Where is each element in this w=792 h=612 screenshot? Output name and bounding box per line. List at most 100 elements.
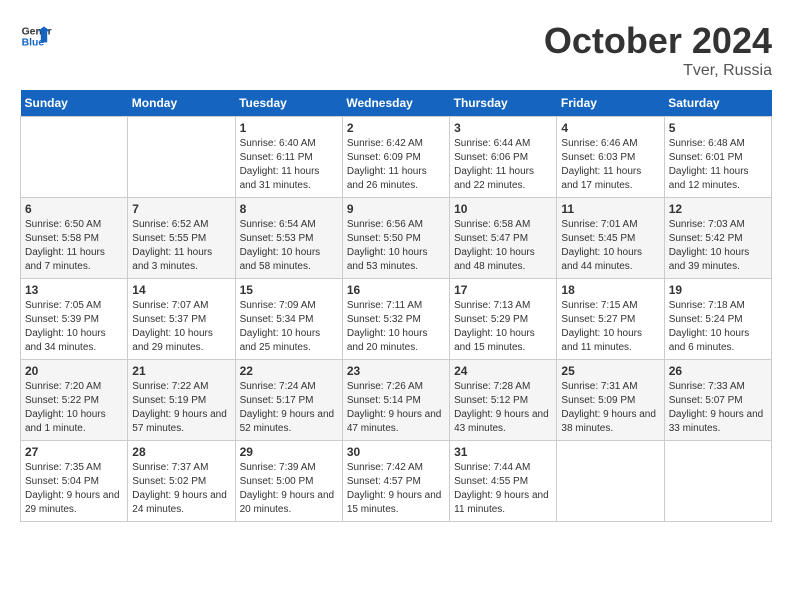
month-title: October 2024 — [544, 20, 772, 62]
day-number: 10 — [454, 202, 552, 216]
calendar-cell: 29 Sunrise: 7:39 AM Sunset: 5:00 PM Dayli… — [235, 441, 342, 522]
day-number: 8 — [240, 202, 338, 216]
calendar-cell: 28Sunrise: 7:37 AM Sunset: 5:02 PM Dayli… — [128, 441, 235, 522]
calendar-cell: 9Sunrise: 6:56 AM Sunset: 5:50 PM Daylig… — [342, 198, 449, 279]
day-info: Sunrise: 7:22 AM Sunset: 5:19 PM Dayligh… — [132, 380, 230, 436]
day-number: 7 — [132, 202, 230, 216]
day-number: 16 — [347, 283, 445, 297]
calendar-cell: 30 Sunrise: 7:42 AM Sunset: 4:57 PM Dayli… — [342, 441, 449, 522]
calendar-week-row: 27 Sunrise: 7:35 AM Sunset: 5:04 PM Dayli… — [21, 441, 772, 522]
calendar-cell: 22 Sunrise: 7:24 AM Sunset: 5:17 PM Dayli… — [235, 360, 342, 441]
calendar-cell: 19 Sunrise: 7:18 AM Sunset: 5:24 PM Dayli… — [664, 279, 771, 360]
day-number: 30 — [347, 445, 445, 459]
day-info: Sunrise: 6:46 AM Sunset: 6:03 PM Dayligh… — [561, 137, 659, 193]
day-number: 19 — [669, 283, 767, 297]
calendar-cell: 13Sunrise: 7:05 AM Sunset: 5:39 PM Dayli… — [21, 279, 128, 360]
day-info: Sunrise: 7:01 AM Sunset: 5:45 PM Dayligh… — [561, 218, 659, 274]
day-number: 24 — [454, 364, 552, 378]
calendar-cell: 24Sunrise: 7:28 AM Sunset: 5:12 PM Dayli… — [450, 360, 557, 441]
calendar-cell: 26 Sunrise: 7:33 AM Sunset: 5:07 PM Dayli… — [664, 360, 771, 441]
title-block: October 2024 Tver, Russia — [544, 20, 772, 80]
calendar-cell: 20Sunrise: 7:20 AM Sunset: 5:22 PM Dayli… — [21, 360, 128, 441]
day-info: Sunrise: 7:07 AM Sunset: 5:37 PM Dayligh… — [132, 299, 230, 355]
weekday-header: Wednesday — [342, 90, 449, 117]
weekday-header-row: SundayMondayTuesdayWednesdayThursdayFrid… — [21, 90, 772, 117]
calendar-cell: 2 Sunrise: 6:42 AM Sunset: 6:09 PM Daylig… — [342, 117, 449, 198]
calendar-cell: 21 Sunrise: 7:22 AM Sunset: 5:19 PM Dayli… — [128, 360, 235, 441]
calendar-cell: 25 Sunrise: 7:31 AM Sunset: 5:09 PM Dayli… — [557, 360, 664, 441]
day-number: 14 — [132, 283, 230, 297]
day-info: Sunrise: 6:58 AM Sunset: 5:47 PM Dayligh… — [454, 218, 552, 274]
weekday-header: Saturday — [664, 90, 771, 117]
day-info: Sunrise: 7:03 AM Sunset: 5:42 PM Dayligh… — [669, 218, 767, 274]
location: Tver, Russia — [544, 62, 772, 80]
calendar-cell: 5Sunrise: 6:48 AM Sunset: 6:01 PM Daylig… — [664, 117, 771, 198]
calendar-cell: 14 Sunrise: 7:07 AM Sunset: 5:37 PM Dayli… — [128, 279, 235, 360]
day-info: Sunrise: 7:20 AM Sunset: 5:22 PM Dayligh… — [25, 380, 123, 436]
day-info: Sunrise: 6:40 AM Sunset: 6:11 PM Dayligh… — [240, 137, 338, 193]
day-info: Sunrise: 6:44 AM Sunset: 6:06 PM Dayligh… — [454, 137, 552, 193]
page-header: General Blue October 2024 Tver, Russia — [20, 20, 772, 80]
day-info: Sunrise: 7:35 AM Sunset: 5:04 PM Dayligh… — [25, 461, 123, 517]
day-info: Sunrise: 7:31 AM Sunset: 5:09 PM Dayligh… — [561, 380, 659, 436]
calendar-cell: 11Sunrise: 7:01 AM Sunset: 5:45 PM Dayli… — [557, 198, 664, 279]
day-number: 4 — [561, 121, 659, 135]
calendar-cell — [21, 117, 128, 198]
day-number: 1 — [240, 121, 338, 135]
calendar-cell: 16 Sunrise: 7:11 AM Sunset: 5:32 PM Dayli… — [342, 279, 449, 360]
day-info: Sunrise: 7:44 AM Sunset: 4:55 PM Dayligh… — [454, 461, 552, 517]
weekday-header: Sunday — [21, 90, 128, 117]
calendar-cell: 8 Sunrise: 6:54 AM Sunset: 5:53 PM Daylig… — [235, 198, 342, 279]
calendar-table: SundayMondayTuesdayWednesdayThursdayFrid… — [20, 90, 772, 522]
day-number: 3 — [454, 121, 552, 135]
logo: General Blue — [20, 20, 52, 52]
day-info: Sunrise: 6:42 AM Sunset: 6:09 PM Dayligh… — [347, 137, 445, 193]
day-info: Sunrise: 6:54 AM Sunset: 5:53 PM Dayligh… — [240, 218, 338, 274]
day-number: 13 — [25, 283, 123, 297]
calendar-week-row: 13Sunrise: 7:05 AM Sunset: 5:39 PM Dayli… — [21, 279, 772, 360]
weekday-header: Monday — [128, 90, 235, 117]
calendar-cell: 10 Sunrise: 6:58 AM Sunset: 5:47 PM Dayli… — [450, 198, 557, 279]
day-number: 21 — [132, 364, 230, 378]
day-number: 27 — [25, 445, 123, 459]
calendar-cell: 1 Sunrise: 6:40 AM Sunset: 6:11 PM Daylig… — [235, 117, 342, 198]
calendar-cell: 4 Sunrise: 6:46 AM Sunset: 6:03 PM Daylig… — [557, 117, 664, 198]
calendar-week-row: 1 Sunrise: 6:40 AM Sunset: 6:11 PM Daylig… — [21, 117, 772, 198]
calendar-cell — [664, 441, 771, 522]
day-info: Sunrise: 6:50 AM Sunset: 5:58 PM Dayligh… — [25, 218, 123, 274]
day-number: 5 — [669, 121, 767, 135]
calendar-cell: 6Sunrise: 6:50 AM Sunset: 5:58 PM Daylig… — [21, 198, 128, 279]
day-number: 25 — [561, 364, 659, 378]
calendar-cell: 15Sunrise: 7:09 AM Sunset: 5:34 PM Dayli… — [235, 279, 342, 360]
day-number: 2 — [347, 121, 445, 135]
day-number: 29 — [240, 445, 338, 459]
calendar-week-row: 20Sunrise: 7:20 AM Sunset: 5:22 PM Dayli… — [21, 360, 772, 441]
calendar-cell — [557, 441, 664, 522]
calendar-cell: 12 Sunrise: 7:03 AM Sunset: 5:42 PM Dayli… — [664, 198, 771, 279]
weekday-header: Tuesday — [235, 90, 342, 117]
day-info: Sunrise: 6:52 AM Sunset: 5:55 PM Dayligh… — [132, 218, 230, 274]
day-info: Sunrise: 7:39 AM Sunset: 5:00 PM Dayligh… — [240, 461, 338, 517]
day-number: 9 — [347, 202, 445, 216]
day-number: 17 — [454, 283, 552, 297]
day-number: 28 — [132, 445, 230, 459]
day-info: Sunrise: 7:18 AM Sunset: 5:24 PM Dayligh… — [669, 299, 767, 355]
calendar-cell: 7 Sunrise: 6:52 AM Sunset: 5:55 PM Daylig… — [128, 198, 235, 279]
calendar-cell: 3 Sunrise: 6:44 AM Sunset: 6:06 PM Daylig… — [450, 117, 557, 198]
day-number: 12 — [669, 202, 767, 216]
calendar-cell: 27 Sunrise: 7:35 AM Sunset: 5:04 PM Dayli… — [21, 441, 128, 522]
day-info: Sunrise: 7:13 AM Sunset: 5:29 PM Dayligh… — [454, 299, 552, 355]
day-info: Sunrise: 7:11 AM Sunset: 5:32 PM Dayligh… — [347, 299, 445, 355]
day-info: Sunrise: 7:15 AM Sunset: 5:27 PM Dayligh… — [561, 299, 659, 355]
day-info: Sunrise: 7:33 AM Sunset: 5:07 PM Dayligh… — [669, 380, 767, 436]
day-info: Sunrise: 7:42 AM Sunset: 4:57 PM Dayligh… — [347, 461, 445, 517]
calendar-cell: 31Sunrise: 7:44 AM Sunset: 4:55 PM Dayli… — [450, 441, 557, 522]
day-info: Sunrise: 7:09 AM Sunset: 5:34 PM Dayligh… — [240, 299, 338, 355]
day-info: Sunrise: 7:24 AM Sunset: 5:17 PM Dayligh… — [240, 380, 338, 436]
weekday-header: Friday — [557, 90, 664, 117]
weekday-header: Thursday — [450, 90, 557, 117]
day-number: 18 — [561, 283, 659, 297]
day-number: 26 — [669, 364, 767, 378]
calendar-week-row: 6Sunrise: 6:50 AM Sunset: 5:58 PM Daylig… — [21, 198, 772, 279]
day-number: 22 — [240, 364, 338, 378]
